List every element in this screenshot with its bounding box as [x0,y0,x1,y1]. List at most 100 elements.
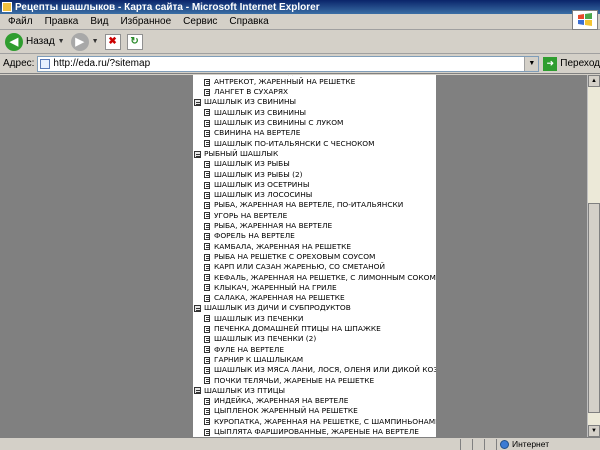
sitemap-section[interactable]: ШАШЛЫК ИЗ ПТИЦЫ [193,386,436,396]
sitemap-label: ШАШЛЫК ИЗ СВИНИНЫ [204,97,297,107]
refresh-button[interactable]: ↻ [124,32,146,52]
address-url: http://eda.ru/?sitemap [53,58,151,69]
sitemap-link[interactable]: ШАШЛЫК ИЗ СВИНИНЫ [193,108,436,118]
section-icon [194,99,201,107]
sitemap-link[interactable]: УГОРЬ НА ВЕРТЕЛЕ [193,211,436,221]
sitemap-link[interactable]: АНТРЕКОТ, ЖАРЕННЫЙ НА РЕШЕТКЕ [193,77,436,87]
scroll-thumb[interactable] [588,203,600,413]
address-input[interactable]: http://eda.ru/?sitemap ▼ [37,55,540,72]
sitemap-link[interactable]: ШАШЛЫК ИЗ ПЕЧЕНКИ [193,314,436,324]
sitemap-label: КАМБАЛА, ЖАРЕННАЯ НА РЕШЕТКЕ [214,241,352,251]
forward-button[interactable]: ▶ ▼ [68,32,102,52]
sitemap-label: ПЕЧЕНКА ДОМАШНЕЙ ПТИЦЫ НА ШПАЖКЕ [214,324,381,334]
sitemap-section[interactable]: ШАШЛЫК ИЗ ДИЧИ И СУБПРОДУКТОВ [193,303,436,313]
vertical-scrollbar[interactable]: ▲ ▼ [587,75,600,437]
page-icon [204,325,210,333]
sitemap-link[interactable]: ЦЫПЛЕНОК ЖАРЕННЫЙ НА РЕШЕТКЕ [193,406,436,416]
sitemap-section[interactable]: ШАШЛЫК ИЗ СВИНИНЫ [193,97,436,107]
page-icon [204,253,210,261]
sitemap-link[interactable]: РЫБА, ЖАРЕННАЯ НА ВЕРТЕЛЕ, ПО-ИТАЛЬЯНСКИ [193,200,436,210]
security-zone: Интернет [496,438,600,450]
menu-favorites[interactable]: Избранное [114,16,177,27]
title-bar: Рецепты шашлыков - Карта сайта - Microso… [0,0,600,14]
menu-file[interactable]: Файл [2,16,39,27]
sitemap-link[interactable]: ФОРЕЛЬ НА ВЕРТЕЛЕ [193,231,436,241]
sitemap-label: САЛАКА, ЖАРЕННАЯ НА РЕШЕТКЕ [214,293,345,303]
address-bar: Адрес: http://eda.ru/?sitemap ▼ ➜ Перехо… [0,54,600,74]
sitemap-link[interactable]: ЦЫПЛЯТА ФАРШИРОВАННЫЕ, ЖАРЕНЫЕ НА ВЕРТЕЛ… [193,427,436,437]
back-label: Назад [26,36,55,47]
sitemap-link[interactable]: КАРП ИЛИ САЗАН ЖАРЕНЬЮ, СО СМЕТАНОЙ [193,262,436,272]
sitemap-link[interactable]: ШАШЛЫК ИЗ ЛОСОСИНЫ [193,190,436,200]
sitemap-link[interactable]: СВИНИНА НА ВЕРТЕЛЕ [193,128,436,138]
sitemap-link[interactable]: КУРОПАТКА, ЖАРЕННАЯ НА РЕШЕТКЕ, С ШАМПИН… [193,417,436,427]
go-button[interactable]: ➜ Переход [543,56,600,71]
browser-app-icon [2,2,12,12]
page-icon [204,181,210,189]
page-icon [204,294,210,302]
forward-arrow-icon: ▶ [70,32,89,51]
sitemap-label: ШАШЛЫК ИЗ СВИНИНЫ С ЛУКОМ [214,118,344,128]
sitemap-link[interactable]: ШАШЛЫК ИЗ СВИНИНЫ С ЛУКОМ [193,118,436,128]
page-icon [204,366,210,374]
sitemap-label: ГАРНИР К ШАШЛЫКАМ [214,354,304,364]
sitemap-link[interactable]: ФУЛЕ НА ВЕРТЕЛЕ [193,345,436,355]
sitemap-link[interactable]: ГАРНИР К ШАШЛЫКАМ [193,355,436,365]
sitemap-link[interactable]: РЫБА НА РЕШЕТКЕ С ОРЕХОВЫМ СОУСОМ [193,252,436,262]
page-icon [204,428,210,436]
scroll-up-icon[interactable]: ▲ [588,75,600,87]
sitemap-link[interactable]: ПОЧКИ ТЕЛЯЧЬИ, ЖАРЕНЫЕ НА РЕШЕТКЕ [193,376,436,386]
status-cell [460,438,472,450]
sitemap-link[interactable]: КАМБАЛА, ЖАРЕННАЯ НА РЕШЕТКЕ [193,242,436,252]
back-button[interactable]: ◀ Назад ▼ [2,32,68,52]
refresh-icon: ↻ [126,33,143,50]
sitemap-link[interactable]: ШАШЛЫК ИЗ ПЕЧЕНКИ (2) [193,334,436,344]
page-icon [204,222,210,230]
menu-view[interactable]: Вид [84,16,114,27]
sitemap-link[interactable]: РЫБА, ЖАРЕННАЯ НА ВЕРТЕЛЕ [193,221,436,231]
page-icon [204,397,210,405]
go-label: Переход [560,58,600,69]
sitemap-label: ЦЫПЛЯТА ФАРШИРОВАННЫЕ, ЖАРЕНЫЕ НА ВЕРТЕЛ… [214,426,419,436]
sitemap-list: ШАШЛЫК ИЗ ГОВЯЖЬЕЙ ВЫРЕЗКИКОТЛЕТЫ ИЗ ТЕЛ… [193,75,436,437]
sitemap-label: КАРП ИЛИ САЗАН ЖАРЕНЬЮ, СО СМЕТАНОЙ [214,262,386,272]
sitemap-label: ШАШЛЫК ИЗ СВИНИНЫ [214,107,307,117]
stop-icon: ✖ [104,33,121,50]
menu-tools[interactable]: Сервис [177,16,223,27]
sitemap-section[interactable]: РЫБНЫЙ ШАШЛЫК [193,149,436,159]
sitemap-label: ШАШЛЫК ИЗ РЫБЫ [214,159,290,169]
menu-help[interactable]: Справка [223,16,274,27]
stop-button[interactable]: ✖ [102,32,124,52]
back-arrow-icon: ◀ [5,32,23,51]
sitemap-link[interactable]: ШАШЛЫК ПО-ИТАЛЬЯНСКИ С ЧЕСНОКОМ [193,139,436,149]
page-icon [204,418,210,426]
sitemap-link[interactable]: ШАШЛЫК ИЗ РЫБЫ (2) [193,170,436,180]
content-column: ШАШЛЫК ИЗ ГОВЯЖЬЕЙ ВЫРЕЗКИКОТЛЕТЫ ИЗ ТЕЛ… [193,75,436,437]
page-icon [204,212,210,220]
sitemap-link[interactable]: ШАШЛЫК ИЗ РЫБЫ [193,159,436,169]
address-dropdown-icon[interactable]: ▼ [524,56,539,71]
scroll-down-icon[interactable]: ▼ [588,425,600,437]
sitemap-link[interactable]: КЕФАЛЬ, ЖАРЕННАЯ НА РЕШЕТКЕ, С ЛИМОННЫМ … [193,273,436,283]
sitemap-label: ФОРЕЛЬ НА ВЕРТЕЛЕ [214,231,295,241]
sitemap-label: ШАШЛЫК ИЗ РЫБЫ (2) [214,169,303,179]
sitemap-link[interactable]: КЛЫКАЧ, ЖАРЕННЫЙ НА ГРИЛЕ [193,283,436,293]
sitemap-link[interactable]: ПЕЧЕНКА ДОМАШНЕЙ ПТИЦЫ НА ШПАЖКЕ [193,324,436,334]
go-arrow-icon: ➜ [543,56,558,71]
menu-edit[interactable]: Правка [39,16,85,27]
sitemap-link[interactable]: ЛАНГЕТ В СУХАРЯХ [193,87,436,97]
sitemap-label: КЕФАЛЬ, ЖАРЕННАЯ НА РЕШЕТКЕ, С ЛИМОННЫМ … [214,272,436,282]
page-icon [204,78,210,86]
page-icon [204,263,210,271]
sitemap-label: КУРОПАТКА, ЖАРЕННАЯ НА РЕШЕТКЕ, С ШАМПИН… [214,416,436,426]
sitemap-link[interactable]: ШАШЛЫК ИЗ МЯСА ЛАНИ, ЛОСЯ, ОЛЕНЯ ИЛИ ДИК… [193,365,436,375]
page-icon [204,356,210,364]
sitemap-label: РЫБА НА РЕШЕТКЕ С ОРЕХОВЫМ СОУСОМ [214,251,376,261]
section-icon [194,150,201,158]
sitemap-link[interactable]: САЛАКА, ЖАРЕННАЯ НА РЕШЕТКЕ [193,293,436,303]
page-icon [204,160,210,168]
sitemap-link[interactable]: ШАШЛЫК ИЗ ОСЕТРИНЫ [193,180,436,190]
sitemap-link[interactable]: ИНДЕЙКА, ЖАРЕННАЯ НА ВЕРТЕЛЕ [193,396,436,406]
page-icon [204,202,210,210]
sitemap-label: ИНДЕЙКА, ЖАРЕННАЯ НА ВЕРТЕЛЕ [214,396,349,406]
